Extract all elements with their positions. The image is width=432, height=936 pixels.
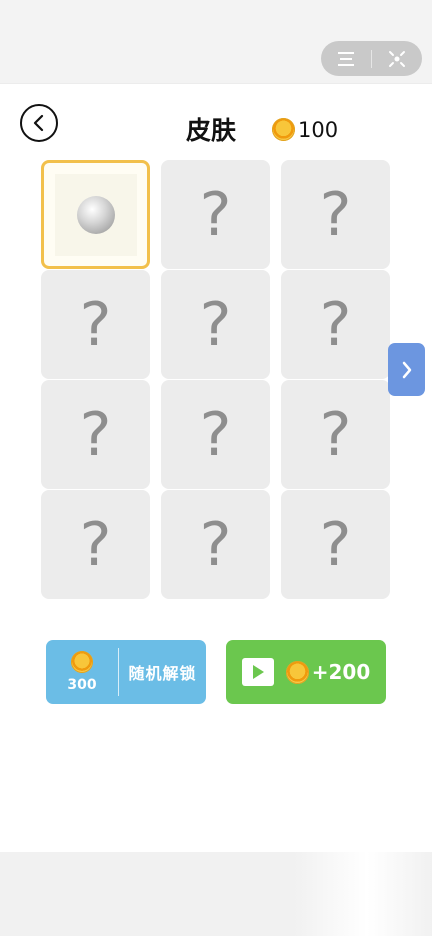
coin-icon bbox=[285, 660, 309, 684]
back-button[interactable] bbox=[20, 104, 58, 142]
question-mark-icon: ? bbox=[319, 509, 352, 580]
skin-grid: ? ? ? ? ? ? ? ? ? ? ? bbox=[41, 160, 391, 599]
mini-program-capsule bbox=[321, 41, 422, 76]
question-mark-icon: ? bbox=[319, 399, 352, 470]
question-mark-icon: ? bbox=[79, 289, 112, 360]
menu-icon bbox=[338, 51, 354, 66]
bottom-area bbox=[0, 852, 432, 936]
skin-cell-locked[interactable]: ? bbox=[41, 490, 150, 599]
question-mark-icon: ? bbox=[319, 179, 352, 250]
unlock-label: 随机解锁 bbox=[128, 664, 197, 683]
coin-balance: 100 bbox=[298, 118, 339, 142]
skin-cell-locked[interactable]: ? bbox=[281, 270, 390, 379]
skin-cell-locked[interactable]: ? bbox=[281, 380, 390, 489]
question-mark-icon: ? bbox=[319, 289, 352, 360]
video-reward: +200 bbox=[311, 660, 371, 684]
close-button[interactable] bbox=[372, 41, 422, 76]
question-mark-icon: ? bbox=[79, 399, 112, 470]
skin-cell-locked[interactable]: ? bbox=[161, 270, 270, 379]
question-mark-icon: ? bbox=[79, 509, 112, 580]
skin-ball-icon bbox=[76, 195, 115, 234]
top-bar bbox=[0, 0, 432, 84]
watch-video-button[interactable]: +200 bbox=[226, 640, 386, 704]
unlock-price: 300 bbox=[67, 677, 97, 693]
question-mark-icon: ? bbox=[199, 509, 232, 580]
next-page-button[interactable] bbox=[388, 343, 425, 396]
unlock-price-block: 300 bbox=[46, 640, 118, 704]
close-icon bbox=[389, 50, 405, 67]
skin-cell-locked[interactable]: ? bbox=[161, 160, 270, 269]
random-unlock-button[interactable]: 300 随机解锁 bbox=[46, 640, 206, 704]
skin-cell-locked[interactable]: ? bbox=[281, 160, 390, 269]
skin-preview bbox=[54, 173, 137, 256]
skin-cell-locked[interactable]: ? bbox=[41, 270, 150, 379]
question-mark-icon: ? bbox=[199, 179, 232, 250]
skin-cell-locked[interactable]: ? bbox=[161, 380, 270, 489]
question-mark-icon: ? bbox=[199, 289, 232, 360]
menu-button[interactable] bbox=[321, 41, 371, 76]
coin-icon bbox=[272, 118, 295, 141]
skin-cell-locked[interactable]: ? bbox=[41, 380, 150, 489]
chevron-right-icon bbox=[402, 361, 411, 378]
page-title: 皮肤 bbox=[186, 116, 237, 145]
skin-cell-locked[interactable]: ? bbox=[281, 490, 390, 599]
back-arrow-icon bbox=[33, 114, 44, 132]
coin-icon bbox=[71, 651, 93, 673]
play-icon bbox=[241, 658, 274, 686]
skin-cell-locked[interactable]: ? bbox=[161, 490, 270, 599]
skin-cell-selected[interactable] bbox=[41, 160, 150, 269]
question-mark-icon: ? bbox=[199, 399, 232, 470]
